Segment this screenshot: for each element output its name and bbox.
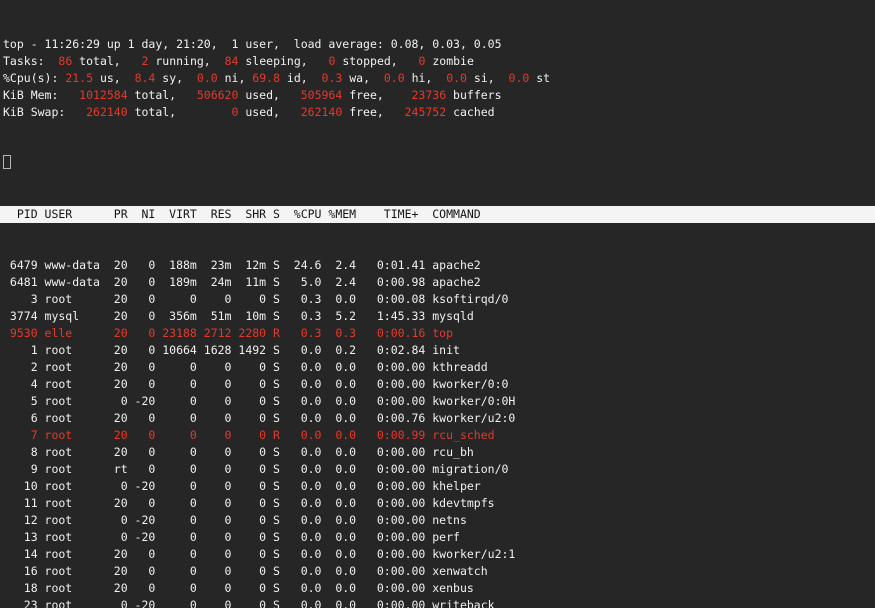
summary-label: total, [128,88,183,102]
summary-value: 505964 [287,88,342,102]
summary-label: stopped, [335,54,404,68]
summary-value: 21.5 [65,71,93,85]
summary-label: used, [238,105,286,119]
process-row: 7 root 20 0 0 0 0 R 0.0 0.0 0:00.99 rcu_… [0,427,875,444]
summary-label: total, [128,105,183,119]
process-row: 12 root 0 -20 0 0 0 S 0.0 0.0 0:00.00 ne… [0,512,875,529]
process-row: 11 root 20 0 0 0 0 S 0.0 0.0 0:00.00 kde… [0,495,875,512]
summary-label: wa, [342,71,377,85]
summary-label: buffers [446,88,501,102]
summary-value: 8.4 [128,71,156,85]
process-row: 6479 www-data 20 0 188m 23m 12m S 24.6 2… [0,257,875,274]
process-row: 3774 mysql 20 0 356m 51m 10m S 0.3 5.2 1… [0,308,875,325]
process-row: 6481 www-data 20 0 189m 24m 11m S 5.0 2.… [0,274,875,291]
summary-label: top - 11:26:29 up 1 day, 21:20, 1 user, … [3,37,502,51]
summary-label: sy, [155,71,190,85]
process-row: 4 root 20 0 0 0 0 S 0.0 0.0 0:00.00 kwor… [0,376,875,393]
cursor-line [0,155,875,172]
process-row: 6 root 20 0 0 0 0 S 0.0 0.0 0:00.76 kwor… [0,410,875,427]
process-row: 2 root 20 0 0 0 0 S 0.0 0.0 0:00.00 kthr… [0,359,875,376]
summary-label: used, [238,88,286,102]
process-row: 8 root 20 0 0 0 0 S 0.0 0.0 0:00.00 rcu_… [0,444,875,461]
summary-value: 23736 [391,88,446,102]
summary-value: 0.0 [190,71,218,85]
cpu-line: %Cpu(s): 21.5 us, 8.4 sy, 0.0 ni, 69.8 i… [0,70,875,87]
summary-label: running, [148,54,217,68]
terminal-screen[interactable]: top - 11:26:29 up 1 day, 21:20, 1 user, … [0,0,875,608]
summary-value: 0 [315,54,336,68]
process-row: 5 root 0 -20 0 0 0 S 0.0 0.0 0:00.00 kwo… [0,393,875,410]
process-row: 10 root 0 -20 0 0 0 S 0.0 0.0 0:00.00 kh… [0,478,875,495]
process-row: 9530 elle 20 0 23188 2712 2280 R 0.3 0.3… [0,325,875,342]
summary-value: 0.3 [315,71,343,85]
summary-label: cached [446,105,494,119]
process-table: 6479 www-data 20 0 188m 23m 12m S 24.6 2… [0,257,875,608]
summary-label: Tasks: [3,54,51,68]
summary-label: us, [93,71,128,85]
summary-value: 262140 [72,105,127,119]
process-row: 3 root 20 0 0 0 0 S 0.3 0.0 0:00.08 ksof… [0,291,875,308]
summary-label: ni, [218,71,253,85]
summary-label: si, [467,71,502,85]
process-row: 16 root 20 0 0 0 0 S 0.0 0.0 0:00.00 xen… [0,563,875,580]
summary-value: 0 [183,105,238,119]
summary-label: st [529,71,550,85]
process-row: 14 root 20 0 0 0 0 S 0.0 0.0 0:00.00 kwo… [0,546,875,563]
summary-value: 0.0 [377,71,405,85]
summary-value: 1012584 [65,88,127,102]
summary-label: KiB Swap: [3,105,72,119]
summary-label: id, [280,71,315,85]
uptime-line: top - 11:26:29 up 1 day, 21:20, 1 user, … [0,36,875,53]
mem-line: KiB Mem: 1012584 total, 506620 used, 505… [0,87,875,104]
process-row: 23 root 0 -20 0 0 0 S 0.0 0.0 0:00.00 wr… [0,597,875,608]
summary-label: sleeping, [238,54,314,68]
summary-value: 84 [218,54,239,68]
summary-label: zombie [425,54,473,68]
summary-value: 245752 [391,105,446,119]
process-row: 18 root 20 0 0 0 0 S 0.0 0.0 0:00.00 xen… [0,580,875,597]
process-table-header: PID USER PR NI VIRT RES SHR S %CPU %MEM … [0,206,875,223]
summary-label: free, [342,88,390,102]
process-row: 13 root 0 -20 0 0 0 S 0.0 0.0 0:00.00 pe… [0,529,875,546]
summary-value: 0.0 [439,71,467,85]
process-row: 1 root 20 0 10664 1628 1492 S 0.0 0.2 0:… [0,342,875,359]
summary-label: hi, [405,71,440,85]
summary-label: free, [342,105,390,119]
summary-value: 2 [128,54,149,68]
summary-label: total, [72,54,127,68]
tasks-line: Tasks: 86 total, 2 running, 84 sleeping,… [0,53,875,70]
summary-value: 0 [405,54,426,68]
summary-value: 69.8 [252,71,280,85]
terminal-cursor [3,155,11,169]
summary-value: 86 [51,54,72,68]
swap-line: KiB Swap: 262140 total, 0 used, 262140 f… [0,104,875,121]
process-row: 9 root rt 0 0 0 0 S 0.0 0.0 0:00.00 migr… [0,461,875,478]
summary-value: 0.0 [502,71,530,85]
summary-label: KiB Mem: [3,88,65,102]
summary-value: 506620 [183,88,238,102]
summary-value: 262140 [287,105,342,119]
top-summary-block: top - 11:26:29 up 1 day, 21:20, 1 user, … [0,36,875,121]
summary-label: %Cpu(s): [3,71,65,85]
